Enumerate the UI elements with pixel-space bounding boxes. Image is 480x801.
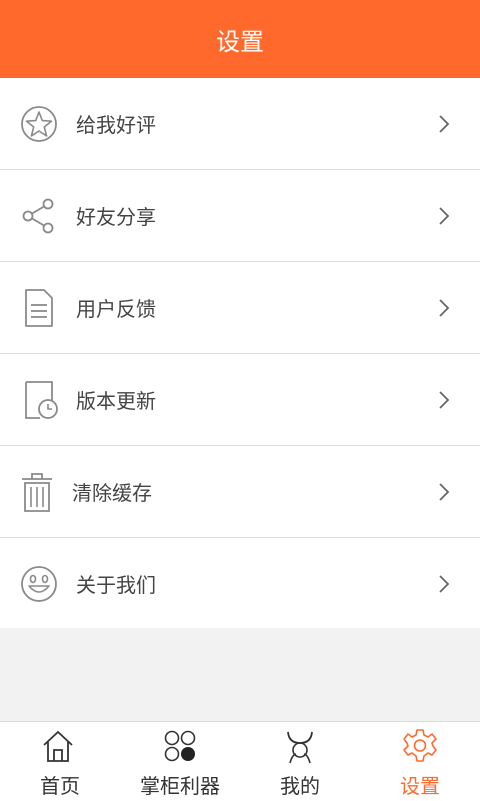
star-icon bbox=[21, 106, 57, 142]
empty-background bbox=[0, 628, 480, 721]
home-icon bbox=[43, 731, 73, 762]
menu-item-rate[interactable]: 给我好评 bbox=[0, 78, 480, 170]
chevron-right-icon bbox=[439, 299, 450, 317]
menu-item-label: 关于我们 bbox=[76, 573, 156, 597]
chevron-right-icon bbox=[439, 483, 450, 501]
update-clock-icon bbox=[25, 381, 58, 419]
tab-label: 掌柜利器 bbox=[140, 774, 220, 798]
menu-item-feedback[interactable]: 用户反馈 bbox=[0, 262, 480, 354]
menu-item-share[interactable]: 好友分享 bbox=[0, 170, 480, 262]
tab-mine[interactable]: 我的 bbox=[240, 722, 360, 801]
gear-icon bbox=[403, 729, 437, 762]
header-bar: 设置 bbox=[0, 0, 480, 78]
tab-home[interactable]: 首页 bbox=[0, 722, 120, 801]
trash-icon bbox=[22, 473, 52, 512]
document-icon bbox=[25, 289, 53, 327]
tab-label: 首页 bbox=[40, 774, 80, 798]
tab-tools[interactable]: 掌柜利器 bbox=[120, 722, 240, 801]
menu-item-label: 清除缓存 bbox=[72, 481, 152, 505]
menu-item-clear-cache[interactable]: 清除缓存 bbox=[0, 446, 480, 538]
chevron-right-icon bbox=[439, 207, 450, 225]
tab-label: 设置 bbox=[400, 774, 440, 798]
chevron-right-icon bbox=[439, 115, 450, 133]
bottom-tab-bar: 首页 掌柜利器 我的 设置 bbox=[0, 721, 480, 801]
chevron-right-icon bbox=[439, 391, 450, 409]
tab-label: 我的 bbox=[280, 774, 320, 798]
chevron-right-icon bbox=[439, 575, 450, 593]
settings-menu: 给我好评 好友分享 用户反馈 版本更新 清除缓存 关于我们 bbox=[0, 78, 480, 630]
menu-item-label: 好友分享 bbox=[76, 205, 156, 229]
share-icon bbox=[22, 198, 54, 234]
menu-item-label: 版本更新 bbox=[76, 389, 156, 413]
circles-icon bbox=[164, 730, 196, 762]
menu-item-label: 给我好评 bbox=[76, 113, 156, 137]
menu-item-label: 用户反馈 bbox=[76, 297, 156, 321]
tab-settings[interactable]: 设置 bbox=[360, 722, 480, 801]
smiley-icon bbox=[21, 566, 57, 602]
page-title: 设置 bbox=[216, 27, 264, 56]
menu-item-about[interactable]: 关于我们 bbox=[0, 538, 480, 630]
menu-item-update[interactable]: 版本更新 bbox=[0, 354, 480, 446]
person-icon bbox=[287, 731, 313, 764]
